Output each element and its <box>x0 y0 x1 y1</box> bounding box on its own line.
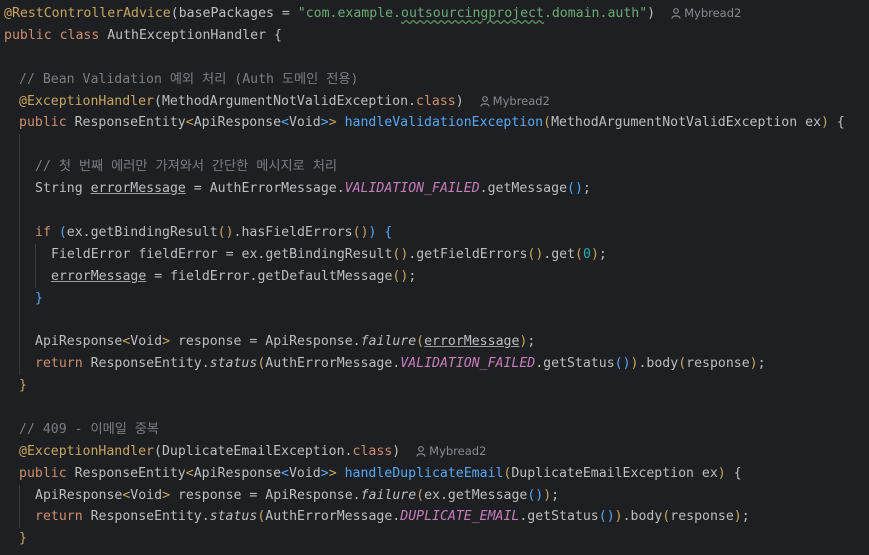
code-line-blank <box>0 309 869 332</box>
variable-error-message: errorMessage <box>51 268 147 284</box>
indent-guide <box>19 506 20 529</box>
class-name: AuthExceptionHandler { <box>107 27 282 43</box>
code-line: return ResponseEntity.status(AuthErrorMe… <box>0 506 869 529</box>
indent-guide <box>19 178 20 201</box>
code-line: // Bean Validation 예외 처리 (Auth 도메인 전용) <box>0 69 869 91</box>
indent-guide <box>19 484 20 507</box>
variable-error-message: errorMessage <box>90 181 186 197</box>
code-line: public ResponseEntity<ApiResponse<Void>>… <box>19 465 742 481</box>
variable-error-message: errorMessage <box>424 334 520 350</box>
code-line: ApiResponse<Void> response = ApiResponse… <box>0 484 869 507</box>
person-icon <box>671 8 681 19</box>
code-line: } <box>0 287 869 310</box>
code-line: // 첫 번째 에러만 가져와서 간단한 메시지로 처리 <box>0 156 869 179</box>
class-annotation: @RestControllerAdvice <box>4 6 171 21</box>
code-line: ApiResponse<Void> response = ApiResponse… <box>0 331 869 354</box>
code-line-blank <box>0 134 869 157</box>
comment: // 409 - 이메일 중복 <box>19 421 160 437</box>
person-icon <box>480 95 490 107</box>
author-hint[interactable]: Mybread2 <box>416 444 486 458</box>
code-line: @RestControllerAdvice(basePackages = "co… <box>4 6 742 21</box>
indent-guide <box>19 265 20 288</box>
method-name: handleDuplicateEmail <box>344 465 504 481</box>
code-line: } <box>19 531 27 547</box>
indent-guide <box>19 134 20 157</box>
code-line: @ExceptionHandler(MethodArgumentNotValid… <box>19 93 550 109</box>
indent-guide <box>19 331 20 354</box>
indent-guide <box>19 243 20 266</box>
indent-guide <box>19 221 20 244</box>
package-string: "com.example.outsourcingproject.domain.a… <box>297 6 648 21</box>
person-icon <box>416 445 426 457</box>
code-line: return ResponseEntity.status(AuthErrorMe… <box>0 353 869 376</box>
code-line: public class AuthExceptionHandler { <box>4 27 282 43</box>
indent-guide <box>19 200 20 222</box>
code-line: if (ex.getBindingResult().hasFieldErrors… <box>0 221 869 244</box>
code-line: public ResponseEntity<ApiResponse<Void>>… <box>19 115 845 131</box>
code-line: } <box>19 378 27 394</box>
indent-guide <box>19 156 20 179</box>
code-line-blank <box>0 200 869 222</box>
code-line: String errorMessage = AuthErrorMessage.V… <box>0 178 869 201</box>
author-hint[interactable]: Mybread2 <box>671 6 741 20</box>
code-line: @ExceptionHandler(DuplicateEmailExceptio… <box>19 443 487 459</box>
code-line: FieldError fieldError = ex.getBindingRes… <box>0 243 869 266</box>
comment: // 첫 번째 에러만 가져와서 간단한 메시지로 처리 <box>35 159 337 175</box>
indent-guide <box>35 243 36 266</box>
code-line: // 409 - 이메일 중복 <box>0 419 869 441</box>
code-editor[interactable]: @RestControllerAdvice(basePackages = "co… <box>0 0 869 555</box>
method-name: handleValidationException <box>344 115 544 131</box>
indent-guide <box>19 309 20 332</box>
exception-handler-annotation: @ExceptionHandler <box>19 93 154 109</box>
indent-guide <box>35 265 36 288</box>
indent-guide <box>19 287 20 310</box>
indent-guide <box>19 353 20 376</box>
exception-handler-annotation: @ExceptionHandler <box>19 443 154 459</box>
comment: // Bean Validation 예외 처리 (Auth 도메인 전용) <box>19 71 359 87</box>
code-line: errorMessage = fieldError.getDefaultMess… <box>0 265 869 288</box>
author-hint[interactable]: Mybread2 <box>480 94 550 108</box>
